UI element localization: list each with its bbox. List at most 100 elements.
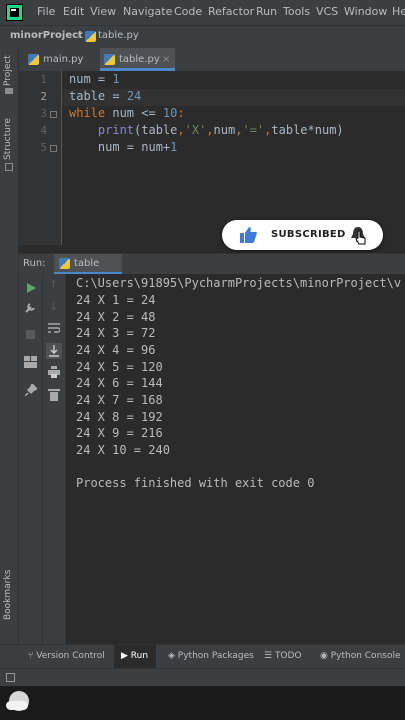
subscribed-button[interactable]: SUBSCRIBED [222,220,383,250]
code-token: (table [134,123,178,137]
console-icon: ◉ [320,651,331,661]
menu-navigate[interactable]: Navigate [123,5,172,18]
menu-edit[interactable]: Edit [63,5,84,18]
menu-bar: File Edit View Navigate Code Refactor Ru… [0,0,405,25]
fold-icon[interactable] [50,111,57,118]
print-icon[interactable] [48,366,60,378]
run-toolbar-primary [19,274,43,644]
console-output-line: 24 X 6 = 144 [76,376,163,390]
code-token: '=' [242,123,265,137]
code-line-2: table = 24 [69,89,141,103]
pin-icon[interactable] [25,384,37,396]
bottom-tool-bar: ⑂ Version Control ▶ Run ◈ Python Package… [0,644,405,669]
tab-table-py[interactable]: table.py × [100,48,175,71]
tool-label: Version Control [36,651,105,661]
code-token: 10 [162,106,178,120]
thumbs-up-icon [240,227,257,243]
packages-icon: ◈ [168,651,178,661]
rerun-icon[interactable] [25,282,37,294]
menu-window[interactable]: Window [344,5,387,18]
menu-tools[interactable]: Tools [283,5,310,18]
code-token: num = num+ [97,140,171,154]
menu-file[interactable]: File [37,5,55,18]
code-line-4: print(table,'X',num,'=',table*num) [69,123,344,137]
structure-tool-window[interactable]: Structure [3,118,13,160]
scroll-to-end-toggle[interactable] [46,343,62,359]
project-tool-window[interactable]: Project [3,55,13,86]
todo-tool[interactable]: ☰ TODO [264,651,302,661]
menu-run[interactable]: Run [256,5,277,18]
version-control-tool[interactable]: ⑂ Version Control [28,651,105,661]
layout-icon[interactable] [24,356,37,368]
line-number-gutter: 1 2 3 4 5 [19,71,62,245]
code-line-5: num = num+1 [69,140,177,154]
tab-main-py[interactable]: main.py [23,48,97,71]
scroll-down-icon[interactable]: ↓ [49,300,58,313]
trash-icon[interactable] [48,388,60,401]
os-taskbar [0,686,405,720]
code-editor[interactable]: num = 1 table = 24 while num <= 10: prin… [62,71,405,245]
run-tool[interactable]: ▶ Run [121,651,148,661]
code-token: = [105,89,127,103]
code-token: 24 [126,89,142,103]
wrench-icon[interactable] [24,301,37,314]
code-token: num <= [105,106,163,120]
menu-help[interactable]: He [392,5,405,18]
run-tab-table[interactable]: table [54,254,122,275]
bookmarks-tool-window[interactable]: Bookmarks [3,570,13,620]
fold-icon[interactable] [50,145,57,152]
tool-label: Python Packages [177,651,254,661]
console-output-line: 24 X 7 = 168 [76,393,163,407]
code-token: print [97,123,135,137]
console-output-line: 24 X 9 = 216 [76,426,163,440]
line-number: 3 [40,107,47,120]
python-file-icon [104,54,115,65]
python-file-icon [59,258,70,269]
line-number: 1 [40,73,47,86]
scroll-up-icon[interactable]: ↑ [49,278,58,291]
close-tab-icon[interactable]: × [162,48,170,71]
line-number: 4 [40,124,47,137]
cloud-icon [6,701,28,710]
code-token: 'X' [184,123,207,137]
python-file-icon [85,31,96,42]
code-token: : [177,106,185,120]
python-packages-tool[interactable]: ◈ Python Packages [168,651,254,661]
console-path-line: C:\Users\91895\PycharmProjects\minorProj… [76,276,402,290]
python-console-tool[interactable]: ◉ Python Console [320,651,401,661]
code-token: 1 [170,140,178,154]
toggle-tool-windows-icon[interactable] [6,673,15,682]
stop-icon[interactable] [26,330,35,339]
code-comma: , [206,123,214,137]
breadcrumb-separator-icon: › [76,29,81,42]
console-output-line: 24 X 8 = 192 [76,410,163,424]
hand-cursor-icon [355,230,366,245]
code-line-1: num = 1 [69,72,120,86]
run-toolbar-secondary: ↑ ↓ [43,274,66,644]
breadcrumb-file[interactable]: table.py [98,30,139,41]
python-file-icon [28,54,39,65]
tab-label: main.py [43,54,84,65]
menu-vcs[interactable]: VCS [316,5,338,18]
console-output-line: 24 X 4 = 96 [76,343,156,357]
code-token: table [69,89,106,103]
code-line-3: while num <= 10: [69,106,185,120]
breadcrumb-project[interactable]: minorProject [10,30,83,41]
run-console[interactable]: C:\Users\91895\PycharmProjects\minorProj… [66,274,405,644]
run-panel-header: Run: table [19,253,405,275]
tab-label: table.py [119,54,160,65]
structure-icon [5,163,13,171]
menu-code[interactable]: Code [174,5,202,18]
subscribed-label: SUBSCRIBED [271,229,346,240]
editor-tabs: main.py table.py × [19,48,405,72]
code-token: num [213,123,236,137]
line-number: 5 [40,141,47,154]
console-output-line: 24 X 1 = 24 [76,293,156,307]
line-number: 2 [40,90,47,103]
menu-refactor[interactable]: Refactor [208,5,254,18]
menu-view[interactable]: View [90,5,116,18]
run-label: Run: [23,258,46,269]
soft-wrap-icon[interactable] [48,323,60,334]
